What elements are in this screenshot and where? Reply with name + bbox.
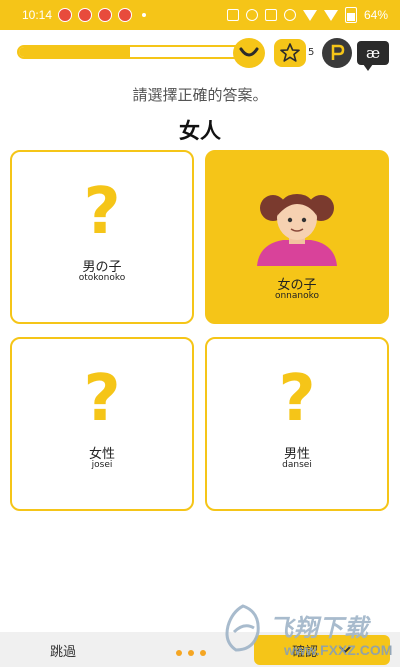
image-icon: [226, 9, 239, 21]
star-count: 5: [308, 47, 315, 58]
mascot-icon: [233, 38, 265, 68]
question-mark-icon: ?: [83, 175, 121, 249]
language-label: æ: [365, 44, 381, 62]
progress-fill: [19, 47, 130, 57]
answer-option-otokonoko[interactable]: ? 男の子 otokonoko: [10, 150, 194, 324]
star-button[interactable]: [274, 39, 306, 67]
status-time: 10:14: [22, 8, 53, 22]
skip-button[interactable]: 跳過: [50, 641, 76, 660]
answer-option-josei[interactable]: ? 女性 josei: [10, 337, 194, 511]
status-bar: 10:14 64%: [0, 0, 400, 30]
notification-icon: [98, 8, 113, 22]
mute-icon: [283, 9, 296, 21]
battery-percent: 64%: [363, 8, 388, 22]
language-button[interactable]: æ: [357, 41, 389, 71]
notification-icon: [58, 8, 73, 22]
sim-icon: [264, 9, 277, 21]
wifi-icon: [302, 9, 317, 21]
question-word: 女人: [179, 119, 221, 143]
option-romaji: otokonoko: [78, 273, 126, 283]
coin-icon: [331, 44, 345, 60]
girl-illustration: [257, 194, 337, 266]
question-mark-icon: ?: [278, 362, 316, 436]
notification-icon: [78, 8, 93, 22]
star-icon: [280, 43, 300, 62]
coin-button[interactable]: [322, 38, 352, 68]
notification-icon: [118, 8, 133, 22]
indicator-dot: [188, 650, 194, 656]
option-romaji: josei: [91, 460, 113, 470]
answer-option-onnanoko[interactable]: 女の子 onnanoko: [205, 150, 389, 324]
option-romaji: onnanoko: [274, 291, 320, 301]
status-left: 10:14: [22, 8, 147, 22]
status-right: 64%: [226, 7, 388, 23]
lesson-progress-bar: [17, 45, 243, 59]
alarm-icon: [245, 9, 258, 21]
question-mark-icon: ?: [83, 362, 121, 436]
more-notifications-icon: [142, 13, 147, 17]
option-romaji: dansei: [282, 460, 312, 470]
chevron-down-icon: [339, 646, 351, 654]
check-label: 確認: [291, 644, 318, 660]
signal-icon: [323, 9, 338, 21]
bottom-bar: 跳過 確認: [0, 632, 400, 667]
check-button[interactable]: 確認: [254, 635, 390, 665]
instruction-text: 請選擇正確的答案。: [132, 86, 268, 104]
indicator-dot: [200, 650, 206, 656]
answer-option-dansei[interactable]: ? 男性 dansei: [205, 337, 389, 511]
battery-icon: [344, 7, 357, 23]
page-indicator: [176, 650, 206, 656]
indicator-dot: [176, 650, 182, 656]
